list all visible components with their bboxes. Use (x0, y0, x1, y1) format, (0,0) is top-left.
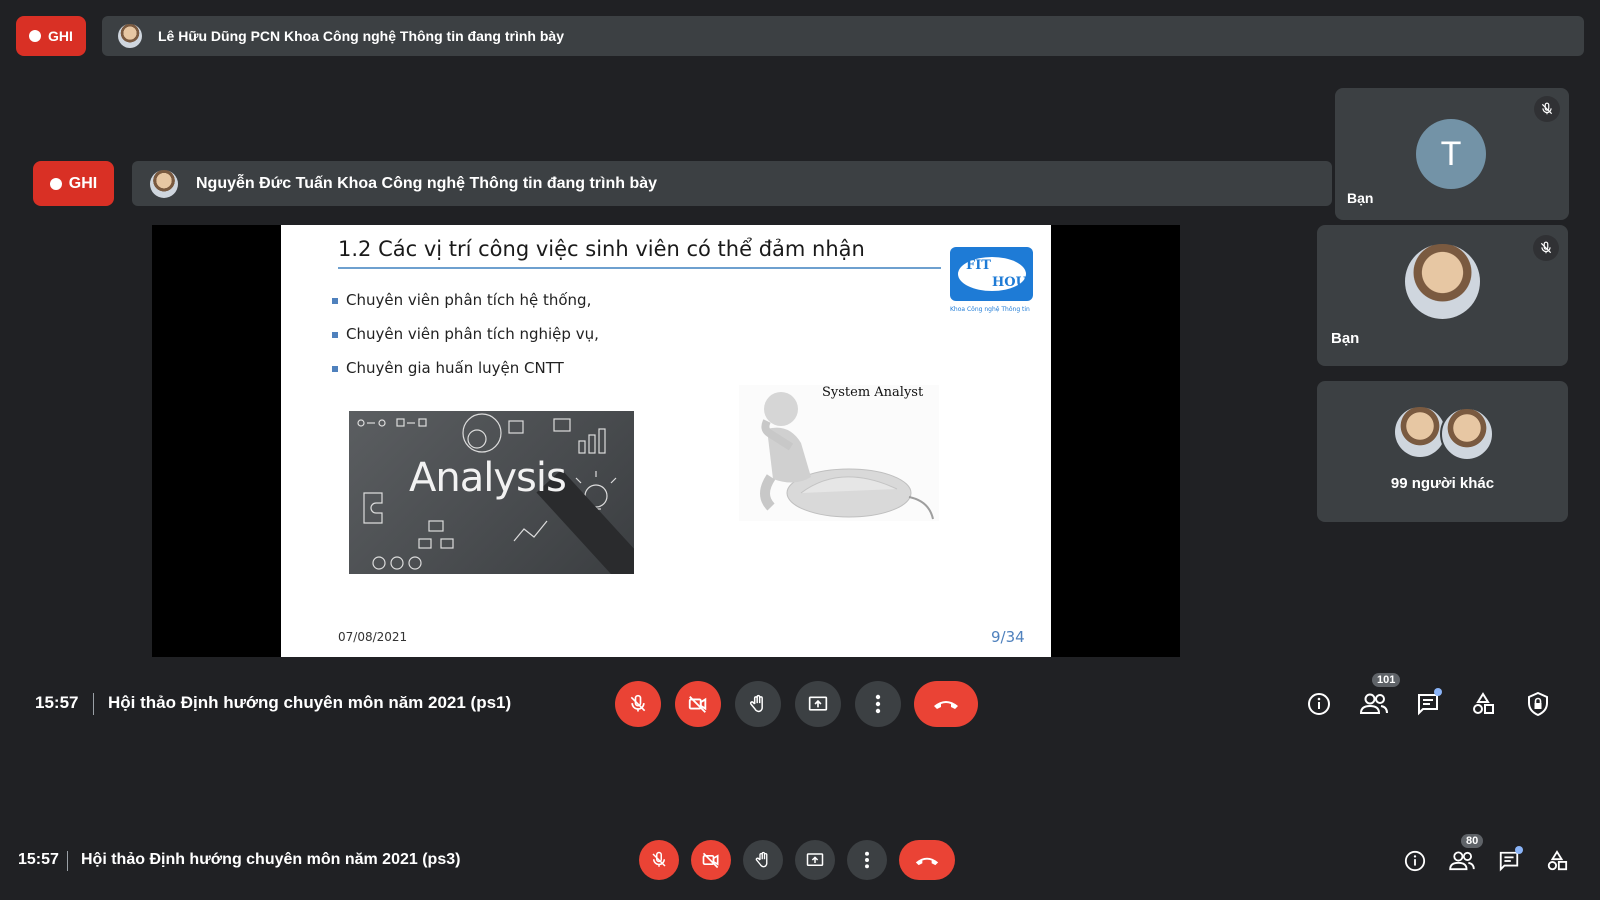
outer-activities-button[interactable] (1544, 848, 1570, 874)
recording-label: GHI (48, 28, 73, 44)
logo-line-2: HOU (992, 275, 1027, 290)
other-participants-tile[interactable]: 99 người khác (1317, 381, 1568, 522)
more-options-icon (865, 851, 869, 869)
meeting-clock: 15:57 (35, 693, 79, 712)
outer-raise-hand-button[interactable] (743, 840, 783, 880)
record-dot-icon (29, 30, 42, 42)
outer-mic-toggle-button[interactable] (639, 840, 679, 880)
thinker-figure-image (739, 385, 939, 521)
outer-meeting-details-button[interactable] (1402, 848, 1428, 874)
end-call-icon (915, 857, 939, 865)
meeting-title: Hội thảo Định hướng chuyên môn năm 2021 … (108, 693, 512, 712)
logo-line-1: FIT (966, 258, 991, 273)
presenter-avatar (118, 24, 142, 48)
mic-off-icon (630, 694, 646, 712)
present-screen-icon (806, 853, 824, 866)
camera-off-icon (702, 852, 719, 869)
camera-toggle-button[interactable] (675, 681, 721, 727)
participant-tile-self[interactable]: T Bạn (1335, 88, 1569, 220)
outer-camera-toggle-button[interactable] (691, 840, 731, 880)
mic-off-icon (1533, 235, 1559, 261)
inner-presenter-avatar (150, 169, 178, 198)
participant-avatar (1405, 244, 1480, 319)
participant-tile-self-camera[interactable]: Bạn (1317, 225, 1568, 366)
fit-hou-logo: FIT HOU (950, 247, 1033, 301)
inner-recording-label: GHI (68, 174, 98, 192)
record-dot-icon (49, 177, 62, 190)
recording-badge: GHI (16, 16, 86, 56)
outer-chat-unread-dot (1515, 846, 1523, 854)
raise-hand-button[interactable] (735, 681, 781, 727)
raise-hand-icon (749, 694, 763, 713)
slide-bullet: Chuyên gia huấn luyện CNTT (332, 359, 564, 377)
inner-recording-badge: GHI (33, 161, 114, 206)
people-icon (1449, 851, 1475, 871)
outer-end-call-button[interactable] (899, 840, 955, 880)
mic-off-icon (1534, 96, 1560, 122)
present-screen-icon (808, 696, 828, 711)
participant-name: Bạn (1347, 190, 1374, 206)
slide-page-number: 9/34 (991, 628, 1025, 646)
inner-presenter-banner: Nguyễn Đức Tuấn Khoa Công nghệ Thông tin… (132, 161, 1332, 206)
slide-title: 1.2 Các vị trí công việc sinh viên có th… (338, 237, 865, 261)
more-options-button[interactable] (855, 681, 901, 727)
figure-caption: System Analyst (822, 385, 924, 400)
outer-more-options-button[interactable] (847, 840, 887, 880)
analysis-word: Analysis (409, 455, 567, 501)
host-controls-button[interactable] (1524, 690, 1552, 718)
analysis-image: Analysis (349, 411, 634, 574)
outer-people-count-badge: 80 (1461, 834, 1484, 848)
presenter-banner: Lê Hữu Dũng PCN Khoa Công nghệ Thông tin… (102, 16, 1584, 56)
logo-caption: Khoa Công nghệ Thông tin (950, 306, 1030, 313)
activities-icon (1547, 850, 1568, 871)
activities-button[interactable] (1469, 690, 1497, 718)
divider (93, 693, 94, 715)
more-options-icon (875, 694, 881, 714)
end-call-button[interactable] (914, 681, 978, 727)
avatar-initial: T (1416, 119, 1486, 189)
meeting-details-button[interactable] (1305, 690, 1333, 718)
participant-avatar (1395, 407, 1445, 457)
presenter-text: Lê Hữu Dũng PCN Khoa Công nghệ Thông tin… (158, 28, 564, 44)
slide-bullet: Chuyên viên phân tích nghiệp vụ, (332, 325, 599, 343)
info-icon (1308, 693, 1330, 715)
participant-name: Bạn (1331, 330, 1360, 347)
participant-avatar (1440, 407, 1494, 461)
inner-presenter-text: Nguyễn Đức Tuấn Khoa Công nghệ Thông tin… (196, 174, 658, 192)
outer-meeting-title: Hội thảo Định hướng chuyên môn năm 2021 … (81, 851, 461, 868)
avatar-initial-letter: T (1440, 134, 1462, 173)
outer-present-screen-button[interactable] (795, 840, 835, 880)
people-button[interactable] (1359, 690, 1389, 718)
others-count-label: 99 người khác (1390, 475, 1495, 492)
slide-date: 07/08/2021 (338, 630, 408, 644)
activities-icon (1473, 692, 1494, 714)
host-controls-icon (1528, 692, 1548, 716)
end-call-icon (934, 701, 958, 709)
outer-people-button[interactable] (1448, 848, 1476, 874)
present-screen-button[interactable] (795, 681, 841, 727)
presentation-slide: 1.2 Các vị trí công việc sinh viên có th… (281, 225, 1051, 657)
chat-unread-dot (1434, 688, 1442, 696)
raise-hand-icon (755, 851, 768, 868)
camera-off-icon (688, 696, 707, 713)
info-icon (1404, 850, 1426, 872)
slide-bullet: Chuyên viên phân tích hệ thống, (331, 291, 592, 309)
slide-title-rule (338, 267, 941, 269)
divider (67, 851, 68, 871)
mic-off-icon (652, 851, 666, 867)
people-count-badge: 101 (1372, 673, 1401, 687)
people-icon (1360, 693, 1388, 714)
outer-meeting-clock: 15:57 (18, 851, 59, 868)
mic-toggle-button[interactable] (615, 681, 661, 727)
